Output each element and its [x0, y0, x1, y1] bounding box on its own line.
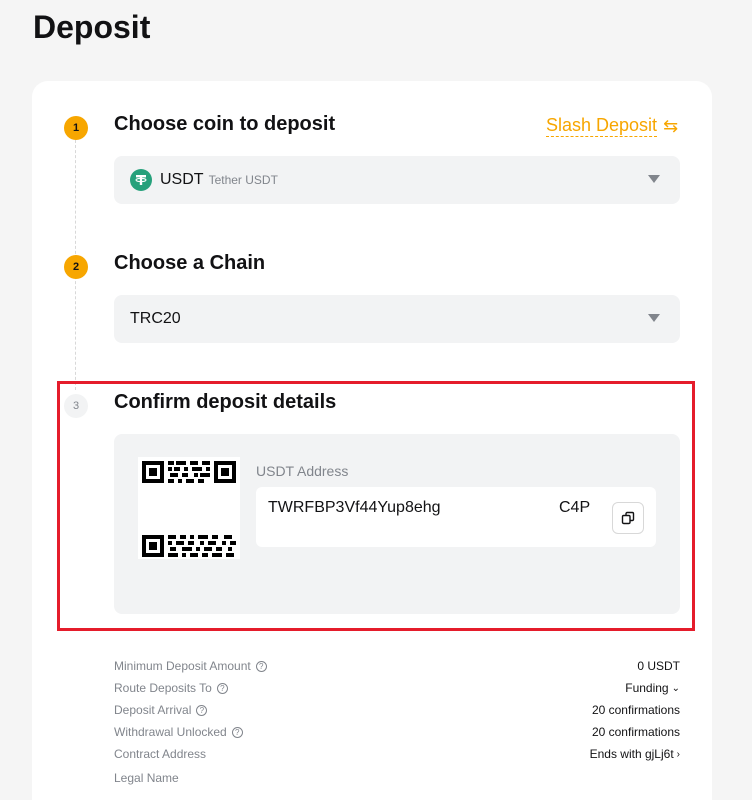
- slash-deposit-label: Slash Deposit: [546, 115, 658, 137]
- detail-row-withdrawal-unlocked: Withdrawal Unlocked? 20 confirmations: [114, 723, 680, 741]
- detail-label: Route Deposits To: [114, 681, 212, 695]
- swap-arrows-icon: ⇆: [663, 115, 679, 136]
- route-deposits-dropdown[interactable]: Funding ⌄: [625, 681, 680, 695]
- detail-label: Withdrawal Unlocked: [114, 725, 227, 739]
- detail-value: Ends with gjLj6t: [589, 747, 674, 761]
- step-1-title: Choose coin to deposit: [114, 113, 336, 135]
- detail-row-route-deposits: Route Deposits To? Funding ⌄: [114, 679, 680, 697]
- chevron-down-icon: [648, 314, 660, 322]
- detail-row-min-deposit: Minimum Deposit Amount? 0 USDT: [114, 657, 680, 675]
- coin-select[interactable]: USDT Tether USDT: [114, 156, 680, 204]
- coin-full-name: Tether USDT: [208, 173, 278, 187]
- detail-value: 20 confirmations: [591, 725, 680, 739]
- contract-address-link[interactable]: Ends with gjLj6t ›: [590, 747, 680, 761]
- detail-label: Minimum Deposit Amount: [114, 659, 251, 673]
- page-title: Deposit: [33, 9, 151, 45]
- help-icon[interactable]: ?: [216, 682, 228, 694]
- help-icon[interactable]: ?: [231, 726, 243, 738]
- detail-label: Deposit Arrival: [114, 703, 192, 717]
- chain-select[interactable]: TRC20: [114, 295, 680, 343]
- detail-row-deposit-arrival: Deposit Arrival? 20 confirmations: [114, 701, 680, 719]
- coin-symbol: USDT: [160, 171, 204, 188]
- detail-label: Contract Address: [114, 747, 207, 761]
- step-2-number: 2: [64, 255, 88, 279]
- slash-deposit-link[interactable]: Slash Deposit ⇆: [546, 114, 678, 137]
- help-icon[interactable]: ?: [196, 704, 208, 716]
- detail-value: 0 USDT: [637, 659, 680, 673]
- detail-row-legal-name: Legal Name: [114, 769, 680, 787]
- chevron-down-icon: ⌄: [671, 682, 680, 694]
- chain-value: TRC20: [130, 310, 181, 327]
- detail-row-contract-address: Contract Address Ends with gjLj6t ›: [114, 745, 680, 763]
- detail-label: Legal Name: [114, 771, 179, 785]
- detail-value: 20 confirmations: [591, 703, 680, 717]
- step-1-number: 1: [64, 116, 88, 140]
- detail-value: Funding: [625, 681, 669, 695]
- chevron-right-icon: ›: [676, 748, 680, 760]
- step-2-title: Choose a Chain: [114, 252, 266, 274]
- chevron-down-icon: [648, 175, 660, 183]
- tether-coin-icon: [130, 169, 152, 191]
- highlight-frame: [57, 381, 695, 631]
- help-icon[interactable]: ?: [255, 660, 267, 672]
